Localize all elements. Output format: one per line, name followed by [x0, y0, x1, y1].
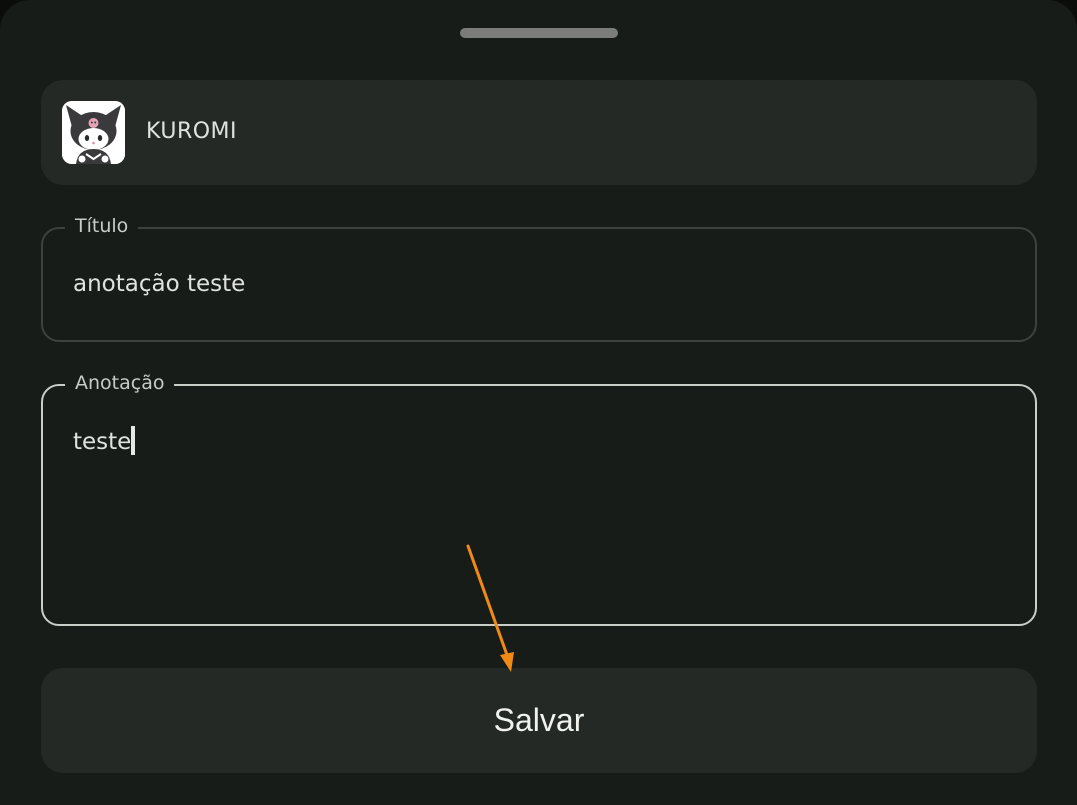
note-field[interactable]: Anotação teste — [41, 370, 1037, 626]
profile-name: KUROMI — [146, 119, 238, 144]
save-button[interactable]: Salvar — [41, 668, 1037, 773]
note-textarea[interactable]: teste — [73, 426, 136, 457]
drag-handle[interactable] — [460, 28, 618, 38]
title-input[interactable]: anotação teste — [73, 269, 245, 299]
text-cursor — [131, 426, 136, 455]
kuromi-avatar-icon — [62, 101, 125, 164]
profile-card[interactable]: KUROMI — [41, 80, 1037, 185]
title-field-label: Título — [65, 213, 139, 239]
note-text: teste — [73, 429, 132, 455]
note-field-label: Anotação — [65, 370, 175, 396]
save-button-label: Salvar — [493, 702, 585, 738]
bottom-sheet: KUROMI Título anotação teste Anotação te… — [0, 0, 1077, 805]
title-field[interactable]: Título anotação teste — [41, 213, 1037, 342]
